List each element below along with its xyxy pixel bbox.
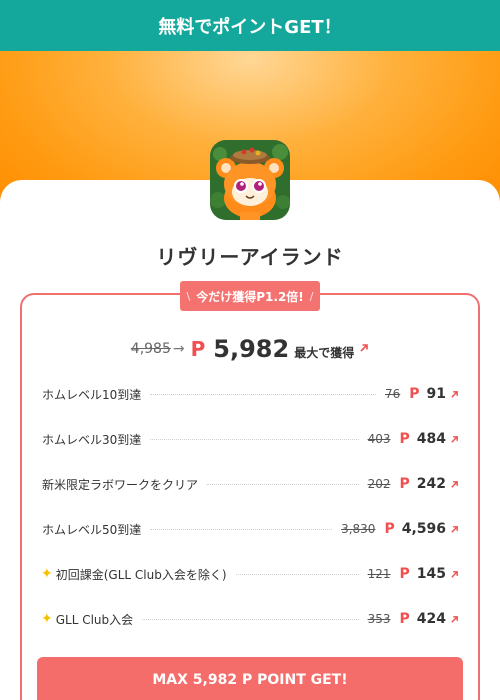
bonus-badge: \ 今だけ獲得P1.2倍! / [180, 281, 320, 311]
task-new-points: 242 [416, 476, 446, 492]
dotted-leader [235, 573, 359, 575]
task-old-points: 202 [367, 477, 391, 491]
app-name: リヴリーアイランド [156, 245, 344, 269]
badge-deco-left: \ [186, 289, 191, 303]
task-old-points: 121 [367, 567, 391, 581]
task-p-label: P [409, 386, 420, 402]
task-new-points: 484 [416, 431, 446, 447]
arrow-up-right-icon [451, 615, 458, 623]
task-row: ✦ 初回課金(GLL Club入会を除く) 121 P 145 [41, 564, 459, 584]
task-label-wrap: ✦ GLL Club入会 [41, 611, 134, 628]
task-new-points: 145 [416, 566, 446, 582]
badge-text: 今だけ獲得P1.2倍! [196, 289, 304, 304]
task-row: ホムレベル30到達 403 P 484 [42, 429, 459, 449]
task-row: 新米限定ラボワークをクリア 202 P 242 [42, 474, 459, 494]
task-new-points: 91 [426, 386, 446, 402]
dotted-leader [150, 528, 333, 530]
total-points-row: 4,985 → P 5,982 最大で獲得 [0, 333, 500, 365]
task-label: GLL Club入会 [55, 612, 134, 627]
task-p-label: P [399, 611, 410, 627]
new-total: 5,982 [213, 335, 290, 363]
header-title: 無料でポイントGET！ [158, 16, 342, 38]
dotted-leader [150, 393, 376, 395]
task-p-label: P [399, 431, 410, 447]
dotted-leader [207, 483, 359, 485]
task-old-points: 353 [367, 612, 391, 626]
arrow-up-right-icon [451, 435, 458, 443]
max-label: 最大で獲得 [294, 345, 355, 360]
task-label: ホムレベル50到達 [42, 522, 142, 537]
dotted-leader [150, 438, 359, 440]
task-old-points: 3,830 [341, 522, 376, 536]
task-label-wrap: ✦ 初回課金(GLL Club入会を除く) [41, 566, 227, 583]
sparkle-icon: ✦ [41, 611, 53, 627]
task-row: ホムレベル50到達 3,830 P 4,596 [42, 519, 459, 539]
task-label: ホムレベル30到達 [42, 432, 142, 447]
task-label: 新米限定ラボワークをクリア [42, 477, 199, 492]
task-label: ホムレベル10到達 [42, 387, 142, 402]
badge-deco-right: / [309, 289, 314, 303]
arrow-up-right-icon [451, 480, 458, 488]
page-header: 無料でポイントGET！ [0, 0, 500, 51]
arrow-up-right-icon [451, 390, 458, 398]
task-new-points: 424 [416, 611, 446, 627]
task-row: ✦ GLL Club入会 353 P 424 [41, 609, 459, 629]
task-p-label: P [399, 476, 410, 492]
app-character-icon [210, 140, 290, 220]
get-points-button-label: MAX 5,982 P POINT GET! [152, 672, 348, 688]
task-new-points: 4,596 [401, 521, 446, 537]
task-p-label: P [384, 521, 395, 537]
old-total: 4,985 [130, 341, 171, 357]
arrow-up-right-icon [451, 570, 458, 578]
arrow-up-right-icon [451, 525, 458, 533]
task-label: 初回課金(GLL Club入会を除く) [55, 567, 227, 582]
points-label: P [190, 337, 206, 361]
task-old-points: 403 [367, 432, 391, 446]
arrow-right-icon: → [172, 341, 185, 357]
task-row: ホムレベル10到達 76 P 91 [42, 384, 459, 404]
task-p-label: P [399, 566, 410, 582]
get-points-button[interactable]: MAX 5,982 P POINT GET! [37, 657, 463, 700]
sparkle-icon: ✦ [41, 566, 53, 582]
arrow-up-right-icon [360, 344, 369, 352]
dotted-leader [142, 618, 359, 620]
task-old-points: 76 [384, 387, 401, 401]
